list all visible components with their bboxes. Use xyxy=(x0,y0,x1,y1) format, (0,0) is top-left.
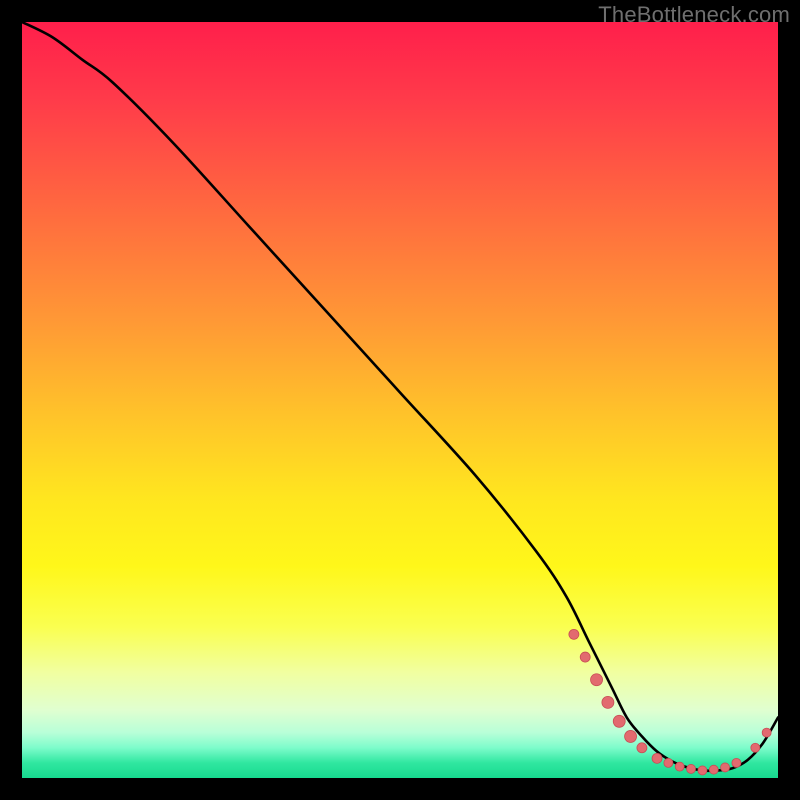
data-marker xyxy=(637,743,647,753)
data-marker xyxy=(664,758,673,767)
data-markers xyxy=(569,629,771,775)
data-marker xyxy=(602,696,614,708)
data-marker xyxy=(675,762,684,771)
gradient-plot-area xyxy=(22,22,778,778)
bottleneck-curve xyxy=(22,22,778,771)
stage: TheBottleneck.com xyxy=(0,0,800,800)
data-marker xyxy=(569,629,579,639)
data-marker xyxy=(613,715,625,727)
curve-svg xyxy=(22,22,778,778)
data-marker xyxy=(580,652,590,662)
data-marker xyxy=(721,763,730,772)
data-marker xyxy=(762,728,771,737)
data-marker xyxy=(751,743,760,752)
data-marker xyxy=(698,766,707,775)
data-marker xyxy=(591,674,603,686)
data-marker xyxy=(732,758,741,767)
data-marker xyxy=(652,753,662,763)
data-marker xyxy=(625,730,637,742)
data-marker xyxy=(709,765,718,774)
data-marker xyxy=(687,764,696,773)
